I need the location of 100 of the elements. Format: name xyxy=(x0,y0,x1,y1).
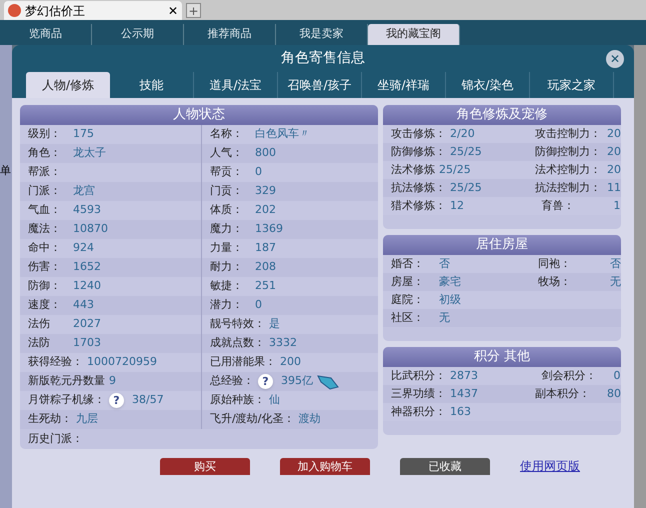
field-label: 生死劫： xyxy=(28,411,73,428)
field-label: 魔力： xyxy=(210,221,244,238)
action-button[interactable]: 购买 xyxy=(160,458,250,474)
field-label: 敏捷： xyxy=(210,278,244,294)
field-value: 12 xyxy=(450,198,464,214)
field-label: 法伤 xyxy=(28,316,51,332)
tab-title: 梦幻估价王 xyxy=(25,2,85,20)
section-header: 人物状态 xyxy=(20,105,378,125)
field-label: 剑会积分： xyxy=(541,368,598,384)
field-label: 三界功绩： xyxy=(391,386,447,402)
section-header: 居住房屋 xyxy=(383,235,621,255)
field-value: 20 xyxy=(607,144,621,160)
field-label: 潜力： xyxy=(210,297,244,314)
field-value: 0 xyxy=(255,164,262,180)
close-icon[interactable]: ✕ xyxy=(168,2,178,20)
field-value: 1 xyxy=(613,198,620,214)
app-logo-icon xyxy=(8,4,21,17)
field-label: 力量： xyxy=(210,240,244,256)
field-value: 395亿 xyxy=(281,373,313,390)
section-header: 积分 其他 xyxy=(383,347,621,367)
field-value: 九层 xyxy=(76,411,98,428)
field-value: 163 xyxy=(450,404,471,420)
field-label: 防御控制力： xyxy=(535,144,602,160)
field-value: 渡劫 xyxy=(298,411,320,428)
field-label: 历史门派： xyxy=(28,430,83,447)
field-label: 伤害： xyxy=(28,259,62,276)
field-value: 202 xyxy=(255,202,276,218)
field-value: 龙宫 xyxy=(73,183,95,200)
field-label: 总经验： xyxy=(210,373,255,390)
field-label: 门贡： xyxy=(210,183,244,200)
help-icon[interactable]: ? xyxy=(109,393,124,408)
field-label: 攻击控制力： xyxy=(535,126,602,142)
field-label: 人气： xyxy=(210,145,244,162)
field-label: 级别： xyxy=(28,126,62,142)
field-label: 魔法： xyxy=(28,221,62,238)
field-value: 2027 xyxy=(73,316,101,332)
browser-tab[interactable]: 梦幻估价王 ✕ xyxy=(4,1,182,20)
field-value: 1703 xyxy=(73,335,101,352)
field-label: 神器积分： xyxy=(391,404,447,420)
field-value: 豪宅 xyxy=(439,274,461,290)
site-nav-tab[interactable]: 我的藏宝阁 xyxy=(368,24,460,45)
field-value: 3332 xyxy=(269,335,297,352)
field-label: 原始种族： xyxy=(210,392,266,408)
field-value: 25/25 xyxy=(439,162,471,178)
field-value: 800 xyxy=(255,145,276,162)
field-label: 名称： xyxy=(210,126,244,142)
field-value: 仙 xyxy=(269,392,280,408)
field-label: 攻击修炼： xyxy=(391,126,447,142)
field-value: 1652 xyxy=(73,259,101,276)
field-value: 251 xyxy=(255,278,276,294)
field-value: 初级 xyxy=(439,292,461,308)
field-label: 副本积分： xyxy=(535,386,591,402)
field-label: 庭院： xyxy=(391,292,425,308)
field-value: 443 xyxy=(73,297,94,314)
field-label: 抗法修炼： xyxy=(391,180,447,196)
field-value: 10870 xyxy=(73,221,108,238)
field-label: 抗法控制力： xyxy=(535,180,602,196)
field-value: 200 xyxy=(280,354,301,370)
field-value: 20 xyxy=(607,162,621,178)
close-button[interactable]: ✕ xyxy=(606,50,624,68)
field-label: 育兽： xyxy=(541,198,576,214)
field-value: 9 xyxy=(109,373,116,390)
new-tab-button[interactable]: + xyxy=(186,3,201,18)
action-button[interactable]: 已收藏 xyxy=(400,458,490,474)
field-label: 防御： xyxy=(28,278,62,294)
field-value: 否 xyxy=(610,256,621,272)
field-value: 38/57 xyxy=(132,392,164,408)
field-value: 25/25 xyxy=(450,144,482,160)
field-value: 924 xyxy=(73,240,94,256)
field-value: 175 xyxy=(73,126,94,142)
field-label: 新版乾元丹数量 xyxy=(28,373,106,390)
field-value: 0 xyxy=(613,368,620,384)
field-value: 无 xyxy=(439,310,450,326)
field-value: 329 xyxy=(255,183,276,200)
web-version-link[interactable]: 使用网页版 xyxy=(520,457,580,475)
field-label: 气血： xyxy=(28,202,62,218)
field-label: 门派： xyxy=(28,183,62,200)
dialog-tab[interactable]: 人物/修炼 xyxy=(26,72,110,98)
section-header: 角色修炼及宠修 xyxy=(383,105,621,125)
field-label: 飞升/渡劫/化圣： xyxy=(210,411,296,428)
field-label: 靓号特效： xyxy=(210,316,266,332)
field-label: 比武积分： xyxy=(391,368,447,384)
field-value: 白色风车〃 xyxy=(255,126,310,142)
field-label: 体质： xyxy=(210,202,244,218)
field-label: 月饼粽子机缘： xyxy=(28,392,106,408)
field-value: 是 xyxy=(269,316,280,332)
field-label: 防御修炼： xyxy=(391,144,447,160)
field-label: 社区： xyxy=(391,310,425,326)
field-label: 角色： xyxy=(28,145,62,162)
field-value: 无 xyxy=(610,274,621,290)
field-label: 法术修炼 xyxy=(391,162,436,178)
field-value: 4593 xyxy=(73,202,101,218)
field-value: 1369 xyxy=(255,221,283,238)
field-value: 208 xyxy=(255,259,276,276)
field-value: 2/20 xyxy=(450,126,475,142)
dialog-title: 角色寄售信息 xyxy=(281,48,365,68)
help-icon[interactable]: ? xyxy=(258,374,273,389)
action-button[interactable]: 加入购物车 xyxy=(280,458,370,474)
field-label: 命中： xyxy=(28,240,62,256)
field-label: 帮派： xyxy=(28,164,62,180)
